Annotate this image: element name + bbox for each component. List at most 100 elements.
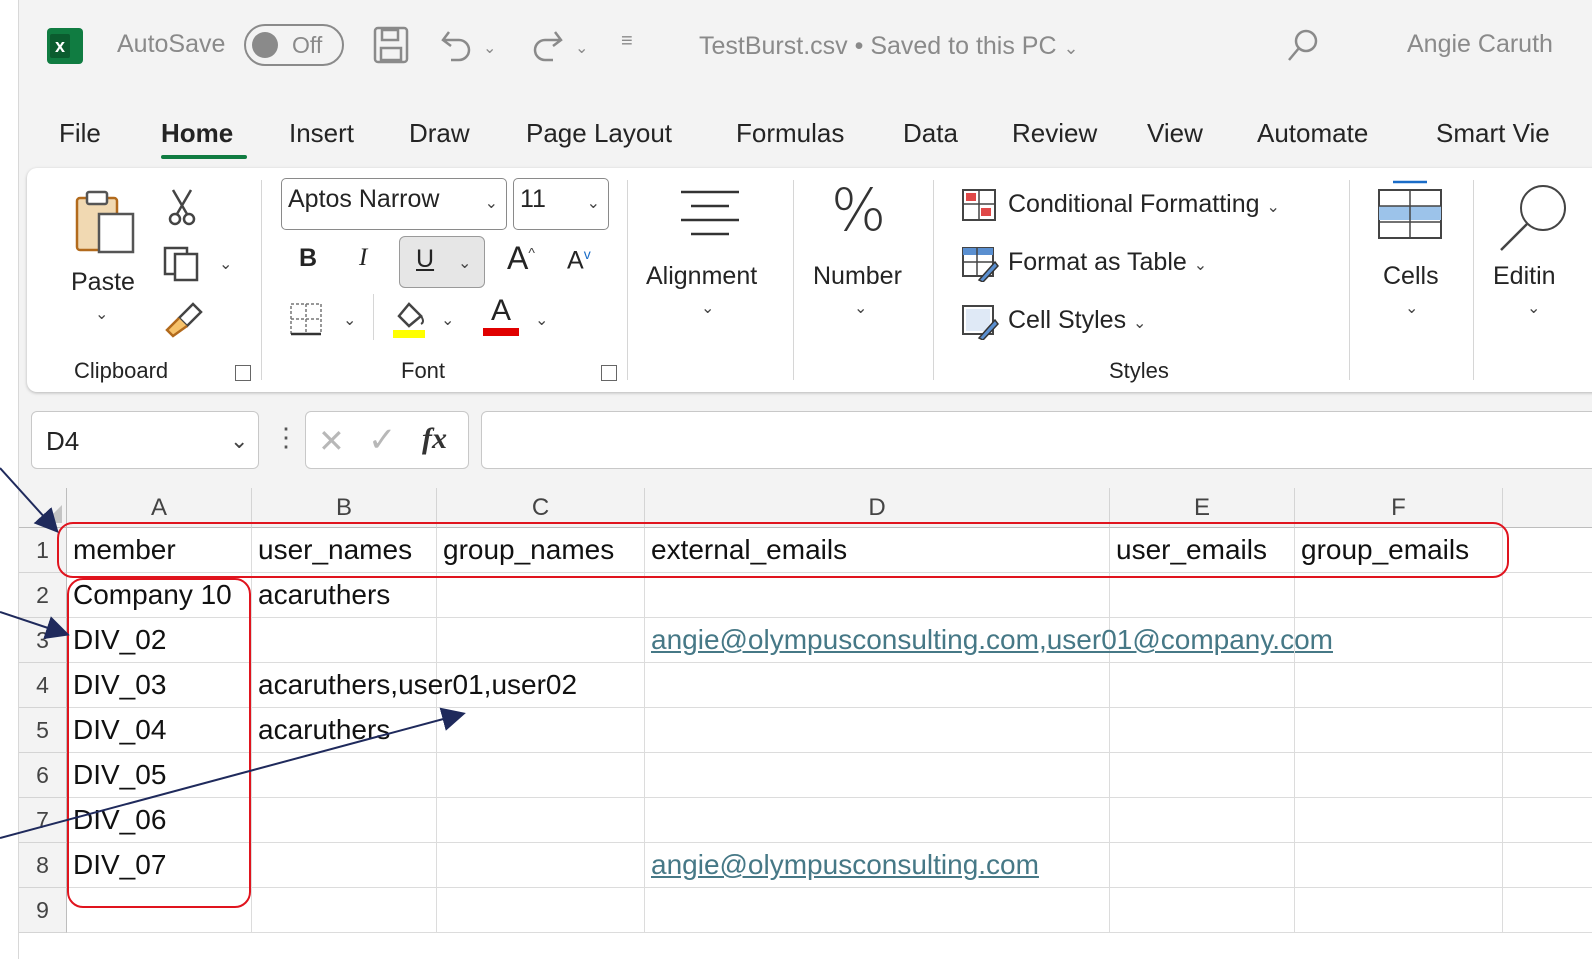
cell-styles-button[interactable]: Cell Styles ⌄ — [1008, 306, 1146, 335]
cell[interactable] — [1110, 573, 1295, 618]
cell[interactable]: acaruthers — [252, 708, 437, 753]
shrink-font-button[interactable]: Av — [567, 246, 591, 275]
cell[interactable] — [1110, 618, 1295, 663]
row-header[interactable]: 2 — [19, 573, 67, 618]
editing-button[interactable]: Editin — [1493, 262, 1556, 291]
cut-icon[interactable] — [165, 188, 199, 226]
document-title[interactable]: TestBurst.csv • Saved to this PC ⌄ — [699, 32, 1079, 61]
alignment-dropdown-icon[interactable]: ⌄ — [701, 298, 714, 318]
alignment-icon[interactable] — [675, 188, 745, 240]
cell[interactable] — [1295, 663, 1503, 708]
editing-search-icon[interactable] — [1497, 180, 1592, 254]
conditional-formatting-icon[interactable] — [961, 188, 997, 222]
formula-input[interactable] — [481, 411, 1592, 469]
undo-dropdown-icon[interactable]: ⌄ — [483, 38, 496, 58]
alignment-button[interactable]: Alignment — [646, 262, 757, 291]
confirm-entry-icon[interactable]: ✓ — [368, 420, 397, 460]
cell[interactable] — [1295, 843, 1503, 888]
tab-insert[interactable]: Insert — [289, 118, 354, 149]
cell[interactable] — [1110, 798, 1295, 843]
tab-smart-view[interactable]: Smart Vie — [1436, 118, 1550, 149]
cell[interactable] — [1295, 618, 1503, 663]
cell[interactable] — [1110, 888, 1295, 933]
cell[interactable] — [1110, 663, 1295, 708]
cell[interactable] — [437, 753, 645, 798]
cell[interactable] — [1503, 753, 1592, 798]
cell[interactable] — [437, 573, 645, 618]
cell[interactable] — [437, 843, 645, 888]
tab-formulas[interactable]: Formulas — [736, 118, 844, 149]
cell[interactable] — [1295, 798, 1503, 843]
tab-automate[interactable]: Automate — [1257, 118, 1368, 149]
cells-icon[interactable] — [1377, 178, 1443, 242]
email-link[interactable]: angie@olympusconsulting.com — [645, 843, 1110, 888]
cell[interactable] — [645, 798, 1110, 843]
cell[interactable] — [252, 843, 437, 888]
grow-font-button[interactable]: A^ — [507, 240, 535, 277]
cell[interactable] — [645, 888, 1110, 933]
redo-dropdown-icon[interactable]: ⌄ — [575, 38, 588, 58]
fill-color-icon[interactable] — [391, 298, 427, 340]
copy-dropdown-icon[interactable]: ⌄ — [219, 254, 232, 274]
cell[interactable] — [1503, 618, 1592, 663]
cell[interactable] — [437, 708, 645, 753]
clipboard-launcher-icon[interactable] — [235, 365, 251, 381]
cell[interactable] — [1503, 573, 1592, 618]
cell[interactable] — [252, 753, 437, 798]
cell[interactable] — [1503, 708, 1592, 753]
cell[interactable] — [437, 888, 645, 933]
name-box[interactable]: D4 ⌄ — [31, 411, 259, 469]
number-format-icon[interactable]: % — [831, 176, 886, 244]
font-color-dropdown-icon[interactable]: ⌄ — [535, 310, 548, 330]
cell[interactable] — [252, 618, 437, 663]
cell[interactable]: acaruthers — [252, 573, 437, 618]
cell[interactable] — [1503, 663, 1592, 708]
cancel-entry-icon[interactable]: ✕ — [318, 422, 345, 460]
cell[interactable]: acaruthers,user01,user02 — [252, 663, 577, 708]
paste-button[interactable]: Paste — [71, 268, 135, 297]
editing-dropdown-icon[interactable]: ⌄ — [1527, 298, 1540, 318]
cell-styles-icon[interactable] — [961, 304, 999, 340]
email-link[interactable]: angie@olympusconsulting.com,user01@compa… — [645, 618, 1333, 663]
bold-button[interactable]: B — [299, 244, 317, 273]
paste-dropdown-icon[interactable]: ⌄ — [95, 304, 108, 324]
row-header[interactable]: 4 — [19, 663, 67, 708]
cell[interactable] — [1295, 888, 1503, 933]
cell[interactable] — [645, 663, 1110, 708]
formula-bar-grip-icon[interactable]: ⋮ — [273, 422, 299, 453]
cell[interactable] — [1503, 528, 1592, 573]
cell[interactable] — [437, 663, 645, 708]
cell[interactable] — [645, 753, 1110, 798]
tab-review[interactable]: Review — [1012, 118, 1097, 149]
underline-button[interactable]: U ⌄ — [399, 236, 485, 288]
cell[interactable] — [252, 798, 437, 843]
row-header[interactable]: 9 — [19, 888, 67, 933]
tab-view[interactable]: View — [1147, 118, 1203, 149]
paste-icon[interactable] — [73, 190, 137, 254]
tab-file[interactable]: File — [59, 118, 101, 149]
copy-icon[interactable] — [163, 246, 203, 282]
cell[interactable] — [1295, 708, 1503, 753]
format-painter-icon[interactable] — [163, 300, 203, 338]
cell[interactable] — [645, 573, 1110, 618]
column-header[interactable] — [1503, 488, 1592, 528]
cell[interactable] — [1110, 708, 1295, 753]
font-size-dropdown[interactable]: 11 ⌄ — [513, 178, 609, 230]
select-all-corner[interactable] — [19, 488, 67, 528]
cell[interactable] — [1503, 888, 1592, 933]
autosave-toggle[interactable]: Off — [244, 24, 344, 66]
search-icon[interactable] — [1285, 28, 1321, 64]
cell[interactable] — [1110, 753, 1295, 798]
format-as-table-button[interactable]: Format as Table ⌄ — [1008, 248, 1207, 277]
cell[interactable] — [645, 708, 1110, 753]
tab-page-layout[interactable]: Page Layout — [526, 118, 672, 149]
borders-dropdown-icon[interactable]: ⌄ — [343, 310, 356, 330]
borders-icon[interactable] — [289, 302, 323, 336]
cell[interactable] — [1295, 753, 1503, 798]
format-as-table-icon[interactable] — [961, 246, 999, 282]
cell[interactable] — [1110, 843, 1295, 888]
number-button[interactable]: Number — [813, 262, 902, 291]
cell[interactable] — [1295, 573, 1503, 618]
undo-icon[interactable] — [439, 24, 475, 64]
cell[interactable] — [1503, 843, 1592, 888]
